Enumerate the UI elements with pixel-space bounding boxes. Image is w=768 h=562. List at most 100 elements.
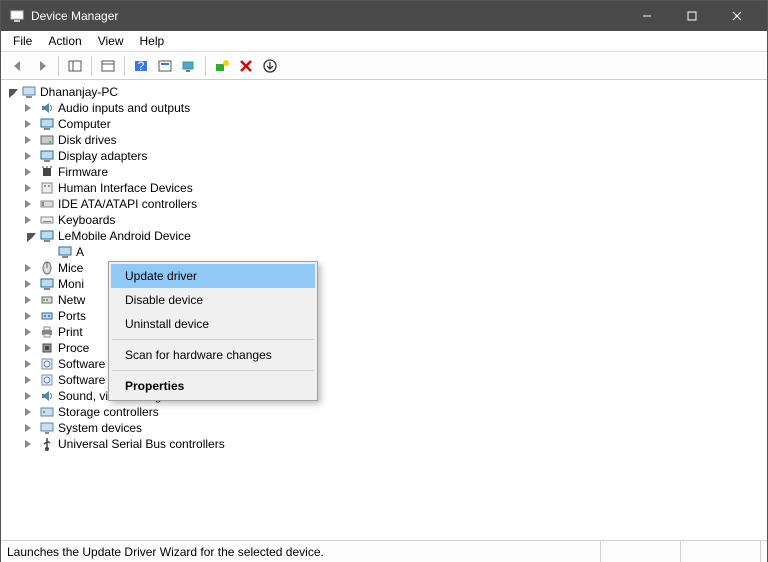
tree-node-label: Disk drives bbox=[58, 133, 117, 147]
computer-icon bbox=[21, 84, 37, 100]
ctx-scan-hardware[interactable]: Scan for hardware changes bbox=[111, 343, 315, 367]
expand-icon[interactable] bbox=[23, 165, 37, 179]
tree-node[interactable]: Display adapters bbox=[3, 148, 765, 164]
add-legacy-button[interactable] bbox=[211, 55, 233, 77]
tree-node-label: LeMobile Android Device bbox=[58, 229, 191, 243]
tree-node[interactable]: A bbox=[3, 244, 765, 260]
tree-node-label: Moni bbox=[58, 277, 84, 291]
expand-icon[interactable] bbox=[23, 405, 37, 419]
svg-text:?: ? bbox=[138, 59, 145, 73]
properties-button[interactable] bbox=[97, 55, 119, 77]
software-icon bbox=[39, 356, 55, 372]
show-hide-tree-button[interactable] bbox=[64, 55, 86, 77]
tree-node-label: Netw bbox=[58, 293, 85, 307]
speaker-icon bbox=[39, 388, 55, 404]
tree-node-label: Human Interface Devices bbox=[58, 181, 193, 195]
tree-node[interactable]: IDE ATA/ATAPI controllers bbox=[3, 196, 765, 212]
menu-help[interactable]: Help bbox=[132, 32, 173, 50]
uninstall-button[interactable] bbox=[235, 55, 257, 77]
expand-icon[interactable] bbox=[23, 357, 37, 371]
expand-icon[interactable] bbox=[23, 309, 37, 323]
expand-icon[interactable] bbox=[23, 261, 37, 275]
port-icon bbox=[39, 308, 55, 324]
monitor-icon bbox=[39, 228, 55, 244]
maximize-button[interactable] bbox=[669, 1, 714, 31]
expand-icon[interactable] bbox=[23, 421, 37, 435]
tree-node-label: Print bbox=[58, 325, 83, 339]
back-button[interactable] bbox=[7, 55, 29, 77]
tree-node-label: Ports bbox=[58, 309, 86, 323]
expand-icon[interactable] bbox=[5, 85, 19, 99]
menu-action[interactable]: Action bbox=[40, 32, 89, 50]
menu-view[interactable]: View bbox=[90, 32, 132, 50]
expand-icon[interactable] bbox=[23, 149, 37, 163]
help-button[interactable]: ? bbox=[130, 55, 152, 77]
system-icon bbox=[39, 420, 55, 436]
expand-icon[interactable] bbox=[23, 181, 37, 195]
hid-icon bbox=[39, 180, 55, 196]
expand-icon[interactable] bbox=[23, 341, 37, 355]
printer-icon bbox=[39, 324, 55, 340]
expand-icon[interactable] bbox=[23, 293, 37, 307]
toolbar: ? bbox=[1, 52, 767, 80]
expand-icon[interactable] bbox=[23, 277, 37, 291]
tree-node[interactable]: Storage controllers bbox=[3, 404, 765, 420]
expand-icon[interactable] bbox=[23, 325, 37, 339]
tree-node-label: Firmware bbox=[58, 165, 108, 179]
toolbar-separator bbox=[58, 56, 59, 76]
speaker-icon bbox=[39, 100, 55, 116]
tree-node[interactable]: Keyboards bbox=[3, 212, 765, 228]
update-driver-button[interactable] bbox=[259, 55, 281, 77]
menu-file[interactable]: File bbox=[5, 32, 40, 50]
tree-root-label: Dhananjay-PC bbox=[40, 85, 118, 99]
toolbar-separator bbox=[91, 56, 92, 76]
expand-icon[interactable] bbox=[23, 389, 37, 403]
close-button[interactable] bbox=[714, 1, 759, 31]
expand-icon[interactable] bbox=[23, 133, 37, 147]
expand-icon[interactable] bbox=[23, 117, 37, 131]
expand-icon[interactable] bbox=[23, 437, 37, 451]
status-text: Launches the Update Driver Wizard for th… bbox=[7, 541, 601, 562]
status-cell bbox=[681, 541, 761, 562]
ctx-uninstall-device[interactable]: Uninstall device bbox=[111, 312, 315, 336]
device-tree[interactable]: Dhananjay-PC Audio inputs and outputsCom… bbox=[1, 80, 767, 540]
tree-node[interactable]: System devices bbox=[3, 420, 765, 436]
ctx-properties[interactable]: Properties bbox=[111, 374, 315, 398]
expand-icon bbox=[41, 245, 55, 259]
tree-node-label: Keyboards bbox=[58, 213, 115, 227]
action-button[interactable] bbox=[154, 55, 176, 77]
tree-node-label: Proce bbox=[58, 341, 89, 355]
tree-root[interactable]: Dhananjay-PC bbox=[3, 84, 765, 100]
tree-node-label: Storage controllers bbox=[58, 405, 159, 419]
forward-button[interactable] bbox=[31, 55, 53, 77]
disk-icon bbox=[39, 132, 55, 148]
expand-icon[interactable] bbox=[23, 229, 37, 243]
statusbar: Launches the Update Driver Wizard for th… bbox=[1, 540, 767, 562]
tree-node-label: Computer bbox=[58, 117, 111, 131]
chip-icon bbox=[39, 164, 55, 180]
tree-node[interactable]: Computer bbox=[3, 116, 765, 132]
minimize-button[interactable] bbox=[624, 1, 669, 31]
expand-icon[interactable] bbox=[23, 197, 37, 211]
ctx-update-driver[interactable]: Update driver bbox=[111, 264, 315, 288]
expand-icon[interactable] bbox=[23, 373, 37, 387]
tree-node-label: A bbox=[76, 245, 84, 259]
tree-node-label: Universal Serial Bus controllers bbox=[58, 437, 225, 451]
mouse-icon bbox=[39, 260, 55, 276]
tree-node[interactable]: Disk drives bbox=[3, 132, 765, 148]
tree-node[interactable]: Audio inputs and outputs bbox=[3, 100, 765, 116]
tree-node[interactable]: LeMobile Android Device bbox=[3, 228, 765, 244]
monitor-icon bbox=[39, 276, 55, 292]
tree-node[interactable]: Firmware bbox=[3, 164, 765, 180]
tree-node[interactable]: Universal Serial Bus controllers bbox=[3, 436, 765, 452]
tree-node[interactable]: Human Interface Devices bbox=[3, 180, 765, 196]
keyboard-icon bbox=[39, 212, 55, 228]
expand-icon[interactable] bbox=[23, 213, 37, 227]
tree-node-label: System devices bbox=[58, 421, 142, 435]
ctx-disable-device[interactable]: Disable device bbox=[111, 288, 315, 312]
expand-icon[interactable] bbox=[23, 101, 37, 115]
storage-icon bbox=[39, 404, 55, 420]
menubar: File Action View Help bbox=[1, 31, 767, 52]
tree-node-label: IDE ATA/ATAPI controllers bbox=[58, 197, 197, 211]
scan-hardware-button[interactable] bbox=[178, 55, 200, 77]
